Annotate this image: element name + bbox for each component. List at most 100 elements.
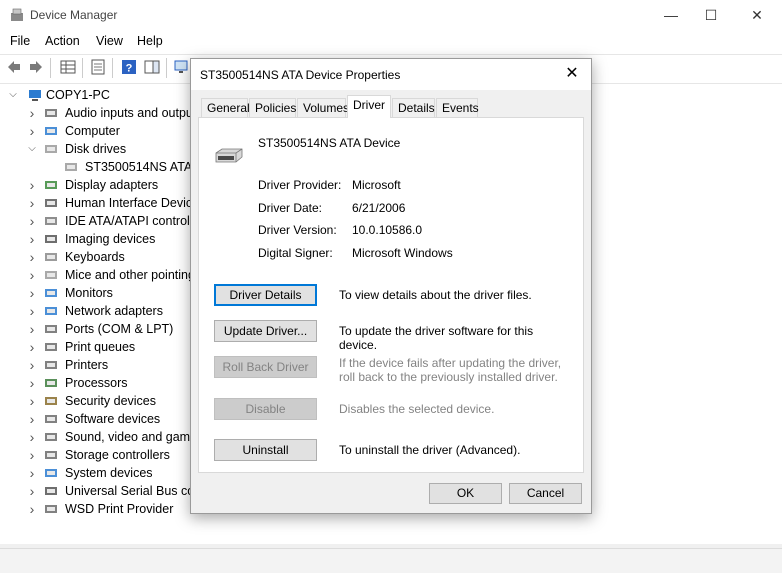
driver-tab-panel: ST3500514NS ATA Device Driver Provider: M…: [198, 117, 584, 473]
tab-volumes[interactable]: Volumes: [297, 98, 349, 117]
chevron-right-icon[interactable]: ›: [27, 302, 37, 320]
chevron-right-icon[interactable]: ›: [27, 338, 37, 356]
chevron-right-icon[interactable]: ›: [27, 428, 37, 446]
speaker-icon: [45, 433, 57, 441]
tree-item-label: Sound, video and game: [65, 430, 198, 444]
tree-item-label: Imaging devices: [65, 232, 156, 246]
tree-item-label: Processors: [65, 376, 128, 390]
mouse-icon: [45, 271, 57, 279]
tab-general[interactable]: General: [201, 98, 250, 117]
tab-policies[interactable]: Policies: [249, 98, 296, 117]
help-icon[interactable]: ?: [121, 59, 137, 75]
tree-item-label: Display adapters: [65, 178, 159, 192]
action-description: To uninstall the driver (Advanced).: [339, 443, 521, 457]
computer-icon: [29, 90, 41, 101]
action-description: Disables the selected device.: [339, 402, 495, 416]
action-description: If the device fails after updating the d…: [339, 356, 562, 384]
tree-item-label: Storage controllers: [65, 448, 170, 462]
forward-arrow-icon[interactable]: [28, 59, 44, 75]
tree-item-label: WSD Print Provider: [65, 502, 174, 516]
maximize-button[interactable]: ☐: [688, 0, 734, 30]
tree-item-label: Audio inputs and outpu: [65, 106, 193, 120]
menu-help[interactable]: Help: [137, 34, 163, 48]
monitor-icon: [45, 289, 57, 297]
chevron-right-icon[interactable]: ›: [27, 284, 37, 302]
chevron-right-icon[interactable]: ›: [27, 212, 37, 230]
chevron-right-icon[interactable]: ›: [27, 482, 37, 500]
tree-item-label: Monitors: [65, 286, 113, 300]
device-manager-icon: [11, 8, 23, 21]
toolbar-separator: [82, 58, 83, 78]
disk-drive-icon: [65, 163, 77, 171]
dialog-title: ST3500514NS ATA Device Properties: [200, 68, 401, 82]
tree-item-label: Security devices: [65, 394, 157, 408]
close-button[interactable]: ✕: [734, 0, 780, 30]
field-label: Driver Provider:: [258, 178, 342, 192]
tree-item-label: Print queues: [65, 340, 136, 354]
chevron-right-icon[interactable]: ›: [27, 320, 37, 338]
menu-action[interactable]: Action: [45, 34, 80, 48]
chevron-right-icon[interactable]: ›: [27, 266, 37, 284]
ide-controller-icon: [45, 217, 57, 225]
printer-icon: [45, 361, 57, 369]
chevron-right-icon[interactable]: ›: [27, 392, 37, 410]
tab-details[interactable]: Details: [392, 98, 435, 117]
tab-events[interactable]: Events: [436, 98, 479, 117]
uninstall-button[interactable]: Uninstall: [214, 439, 317, 461]
chevron-right-icon[interactable]: ›: [27, 374, 37, 392]
disk-drive-icon: [45, 145, 57, 153]
chevron-right-icon[interactable]: ›: [27, 464, 37, 482]
action-description: To update the driver software for this d…: [339, 324, 534, 352]
tree-item-label: IDE ATA/ATAPI controlle: [65, 214, 200, 228]
driver-details-button[interactable]: Driver Details: [214, 284, 317, 306]
properties-dialog: ST3500514NS ATA Device Properties ✕ ST35…: [190, 58, 592, 514]
ok-button[interactable]: OK: [429, 483, 502, 504]
tab-driver[interactable]: Driver: [347, 95, 391, 118]
action-pane-icon[interactable]: [144, 59, 160, 75]
chevron-right-icon[interactable]: ›: [27, 356, 37, 374]
properties-grid-icon[interactable]: [60, 59, 76, 75]
chevron-right-icon[interactable]: ›: [27, 410, 37, 428]
software-device-icon: [45, 415, 57, 423]
disable-button[interactable]: Disable: [214, 398, 317, 420]
tree-item-label: ST3500514NS ATA D: [85, 160, 205, 174]
processor-icon: [45, 379, 57, 387]
menu-view[interactable]: View: [96, 34, 123, 48]
disk-drive-icon: [215, 148, 243, 163]
back-arrow-icon[interactable]: [6, 59, 22, 75]
field-value: 6/21/2006: [352, 200, 406, 215]
camera-icon: [45, 235, 57, 243]
cancel-button[interactable]: Cancel: [509, 483, 582, 504]
action-description: To view details about the driver files.: [339, 288, 532, 302]
tree-item-label: Keyboards: [65, 250, 125, 264]
printer-icon: [45, 343, 57, 351]
display-adapter-icon: [45, 181, 57, 189]
chevron-down-icon[interactable]: ⌵: [8, 86, 18, 104]
chevron-right-icon[interactable]: ›: [27, 104, 37, 122]
chevron-down-icon[interactable]: ⌵: [27, 140, 37, 158]
tree-item-label: Software devices: [65, 412, 161, 426]
chevron-right-icon[interactable]: ›: [27, 446, 37, 464]
tree-item-label: Mice and other pointing: [65, 268, 195, 282]
chevron-right-icon[interactable]: ›: [27, 230, 37, 248]
update-driver-button[interactable]: Update Driver...: [214, 320, 317, 342]
chevron-right-icon[interactable]: ›: [27, 194, 37, 212]
tree-item-label: System devices: [65, 466, 153, 480]
printer-icon: [45, 505, 57, 513]
chevron-right-icon[interactable]: ›: [27, 500, 37, 518]
tree-item-label: Universal Serial Bus con: [65, 484, 202, 498]
roll-back-driver-button[interactable]: Roll Back Driver: [214, 356, 317, 378]
properties-sheet-icon[interactable]: [90, 59, 106, 75]
scan-hardware-icon[interactable]: [174, 59, 190, 75]
dialog-close-button[interactable]: ✕: [557, 62, 587, 86]
toolbar-separator: [112, 58, 113, 78]
tree-item-label: Computer: [65, 124, 120, 138]
chevron-right-icon[interactable]: ›: [27, 248, 37, 266]
device-name: ST3500514NS ATA Device: [258, 136, 401, 150]
chevron-right-icon[interactable]: ›: [27, 176, 37, 194]
chevron-right-icon[interactable]: ›: [27, 122, 37, 140]
port-icon: [45, 325, 57, 333]
field-value: Microsoft Windows: [352, 246, 453, 261]
menu-file[interactable]: File: [10, 34, 30, 48]
storage-controller-icon: [45, 451, 57, 459]
